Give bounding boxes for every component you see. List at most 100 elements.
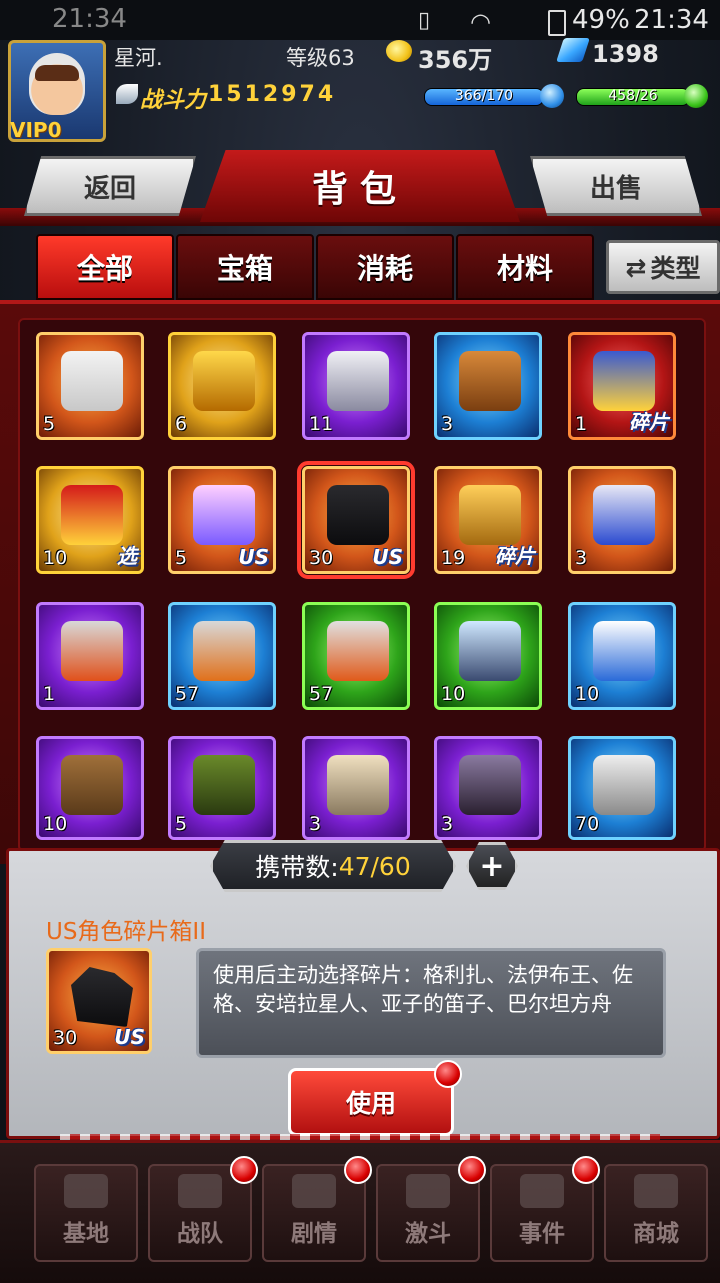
notification-dot xyxy=(572,1156,600,1184)
gold-coin-icon xyxy=(386,40,412,62)
item-count: 3 xyxy=(441,413,454,435)
notification-dot xyxy=(434,1060,462,1088)
item-art xyxy=(193,621,255,681)
item-art xyxy=(593,621,655,681)
player-level: 等级63 xyxy=(286,46,355,70)
wolf-icon xyxy=(520,1174,564,1208)
stamina-orb-icon[interactable] xyxy=(540,84,564,108)
avatar-hair xyxy=(35,65,79,81)
notification-time: 21:34 xyxy=(52,4,127,34)
selected-item-icon: 30 US xyxy=(46,948,152,1054)
item-count: 11 xyxy=(309,413,334,435)
item-art xyxy=(593,485,655,545)
item-tag: 碎片 xyxy=(629,410,669,434)
inventory-item-slot[interactable]: 70 xyxy=(568,736,676,840)
inventory-item-slot[interactable]: 10 xyxy=(36,736,144,840)
inventory-item-slot[interactable]: 57 xyxy=(302,602,410,710)
nav-label: 基地 xyxy=(63,1221,109,1247)
item-count: 5 xyxy=(175,813,188,835)
inventory-item-slot[interactable]: 3 xyxy=(568,466,676,574)
selected-item-count: 30 xyxy=(53,1027,78,1049)
inventory-item-slot[interactable]: 30 US xyxy=(297,461,415,579)
inventory-item-slot[interactable]: 3 xyxy=(434,736,542,840)
gem-icon xyxy=(556,38,590,62)
item-art xyxy=(459,351,521,411)
item-art xyxy=(459,755,521,815)
energy-orb-icon[interactable] xyxy=(684,84,708,108)
tab-consumables[interactable]: 消耗 xyxy=(316,234,454,300)
nav-label: 战队 xyxy=(177,1221,223,1247)
item-art xyxy=(327,621,389,681)
item-art xyxy=(193,485,255,545)
item-art xyxy=(193,351,255,411)
use-button[interactable]: 使用 xyxy=(288,1068,454,1136)
item-art xyxy=(327,351,389,411)
item-art xyxy=(327,755,389,815)
item-art xyxy=(327,485,389,545)
sell-button[interactable]: 出售 xyxy=(530,156,702,216)
notification-dot xyxy=(230,1156,258,1184)
tab-materials[interactable]: 材料 xyxy=(456,234,594,300)
clock: 21:34 xyxy=(634,5,709,35)
crystal-box-art xyxy=(71,967,133,1027)
cards-icon xyxy=(178,1174,222,1208)
item-count: 3 xyxy=(309,813,322,835)
notification-dot xyxy=(344,1156,372,1184)
inventory-item-slot[interactable]: 10 xyxy=(434,602,542,710)
gold-amount: 356万 xyxy=(418,46,493,74)
item-count: 10 xyxy=(441,683,466,705)
item-count: 5 xyxy=(175,547,188,569)
nav-label: 剧情 xyxy=(291,1221,337,1247)
helmet-icon xyxy=(406,1174,450,1208)
inventory-item-slot[interactable]: 10 xyxy=(568,602,676,710)
energy-bar: 458/26 xyxy=(576,88,690,106)
type-filter-button[interactable]: ⇄ 类型 xyxy=(606,240,720,294)
power-value: 1512974 xyxy=(208,82,337,107)
vibrate-icon: ▯ xyxy=(418,8,431,33)
tab-chests[interactable]: 宝箱 xyxy=(176,234,314,300)
item-count: 30 xyxy=(309,547,334,569)
item-count: 10 xyxy=(575,683,600,705)
item-art xyxy=(193,755,255,815)
item-count: 10 xyxy=(43,547,68,569)
item-tag: 碎片 xyxy=(495,544,535,568)
inventory-item-slot[interactable]: 10 选 xyxy=(36,466,144,574)
inventory-item-slot[interactable]: 3 xyxy=(434,332,542,440)
wifi-icon: ◠ xyxy=(470,8,491,36)
item-art xyxy=(459,485,521,545)
inventory-item-slot[interactable]: 6 xyxy=(168,332,276,440)
stamina-text: 366/170 xyxy=(454,88,514,104)
item-art xyxy=(61,621,123,681)
power-wing-icon xyxy=(116,84,138,104)
inventory-item-slot[interactable]: 11 xyxy=(302,332,410,440)
vip-badge: VIP0 xyxy=(10,118,62,142)
item-tag: US xyxy=(372,545,403,569)
nav-shop[interactable]: 商城 xyxy=(604,1164,708,1262)
inventory-item-slot[interactable]: 5 xyxy=(168,736,276,840)
item-count: 10 xyxy=(43,813,68,835)
item-art xyxy=(593,755,655,815)
inventory-item-slot[interactable]: 19 碎片 xyxy=(434,466,542,574)
item-count: 1 xyxy=(575,413,588,435)
item-art xyxy=(61,485,123,545)
item-count: 57 xyxy=(175,683,200,705)
status-bar: 21:34 49% 21:34 ◠ ▯ xyxy=(0,0,720,40)
plus-icon: + xyxy=(479,848,505,884)
nav-base[interactable]: 基地 xyxy=(34,1164,138,1262)
inventory-item-slot[interactable]: 5 US xyxy=(168,466,276,574)
inventory-item-slot[interactable]: 3 xyxy=(302,736,410,840)
item-count: 3 xyxy=(575,547,588,569)
item-count: 1 xyxy=(43,683,56,705)
stamina-bar: 366/170 xyxy=(424,88,544,106)
notification-dot xyxy=(458,1156,486,1184)
inventory-item-slot[interactable]: 1 xyxy=(36,602,144,710)
hero-head-icon xyxy=(292,1174,336,1208)
inventory-item-slot[interactable]: 5 xyxy=(36,332,144,440)
capacity-display: 携带数: 47/60 xyxy=(210,840,456,892)
capacity-label: 携带数: xyxy=(255,853,339,882)
back-button[interactable]: 返回 xyxy=(24,156,196,216)
cart-icon xyxy=(634,1174,678,1208)
inventory-item-slot[interactable]: 57 xyxy=(168,602,276,710)
tab-all[interactable]: 全部 xyxy=(36,234,174,300)
inventory-item-slot[interactable]: 1 碎片 xyxy=(568,332,676,440)
